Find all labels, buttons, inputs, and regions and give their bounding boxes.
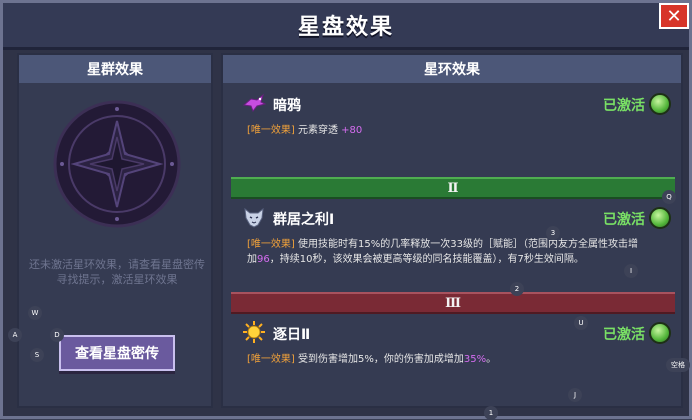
ring-effect-name: 暗鸦 — [273, 98, 301, 114]
key-hint-i: I — [624, 264, 638, 278]
star-disk-emblem-icon — [53, 100, 181, 228]
key-hint-q: Q — [662, 190, 676, 204]
key-hint-s: S — [30, 348, 44, 362]
activated-status: 已激活 — [603, 212, 645, 228]
star-ring-panel: 星环效果 暗鸦 已激活 [唯一效果] 元素穿透 +80 Ⅱ 群居之利Ⅰ 已激活 — [221, 53, 683, 408]
key-hint-j: J — [568, 388, 582, 402]
star-ring-header: 星环效果 — [223, 55, 681, 83]
ring-effect-description: [唯一效果] 使用技能时有15%的几率释放一次33级的［赋能］（范围内友方全属性… — [247, 239, 638, 265]
crow-icon — [242, 93, 267, 112]
ring-effect-name: 群居之利Ⅰ — [273, 212, 335, 228]
key-hint-3: 3 — [546, 226, 560, 240]
key-hint-w: W — [28, 306, 42, 320]
key-hint-a: A — [8, 328, 22, 342]
wolf-icon — [244, 207, 264, 228]
tier-divider-2: Ⅱ — [231, 177, 675, 199]
active-orb-icon — [649, 207, 671, 229]
view-star-disk-secret-button[interactable]: 查看星盘密传 — [59, 335, 175, 371]
close-button[interactable]: ✕ — [659, 3, 689, 29]
ring-effect-name: 逐日Ⅱ — [273, 327, 311, 343]
key-hint-space: 空格 — [666, 358, 690, 372]
title-bar: 星盘效果 — [3, 3, 689, 50]
window-title: 星盘效果 — [297, 15, 394, 40]
ring-effect-entry: 暗鸦 已激活 [唯一效果] 元素穿透 +80 — [231, 87, 675, 175]
key-hint-u: U — [574, 316, 588, 330]
active-orb-icon — [649, 322, 671, 344]
activated-status: 已激活 — [603, 98, 645, 114]
ring-effect-entry: 群居之利Ⅰ 已激活 [唯一效果] 使用技能时有15%的几率释放一次33级的［赋能… — [231, 201, 675, 289]
activated-status: 已激活 — [603, 327, 645, 343]
ring-effect-description: [唯一效果] 受到伤害增加5%，你的伤害加成增加35%。 — [247, 354, 497, 365]
key-hint-1: 1 — [484, 406, 498, 420]
star-group-header: 星群效果 — [19, 55, 211, 83]
key-hint-2: 2 — [510, 282, 524, 296]
ring-effect-entry: 逐日Ⅱ 已激活 [唯一效果] 受到伤害增加5%，你的伤害加成增加35%。 — [231, 316, 675, 404]
tier-divider-3: Ⅲ — [231, 292, 675, 314]
ring-effect-description: [唯一效果] 元素穿透 +80 — [247, 125, 363, 136]
star-disk-window: 星盘效果 ✕ 星群效果 还未激活星环效果，请查看星盘密传寻找提示，激活星环效果 … — [0, 0, 692, 419]
star-group-panel: 星群效果 还未激活星环效果，请查看星盘密传寻找提示，激活星环效果 查看星盘密传 — [17, 53, 213, 408]
active-orb-icon — [649, 93, 671, 115]
key-hint-d: D — [50, 328, 64, 342]
close-icon: ✕ — [666, 5, 682, 27]
inactive-hint-text: 还未激活星环效果，请查看星盘密传寻找提示，激活星环效果 — [29, 258, 205, 286]
sun-icon — [243, 321, 265, 343]
